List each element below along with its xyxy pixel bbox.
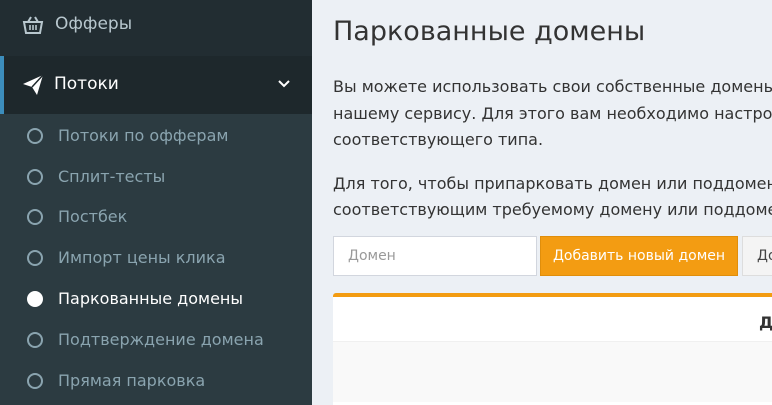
page-title: Паркованные домены — [333, 16, 646, 47]
circle-icon — [27, 332, 43, 348]
domain-input[interactable] — [333, 236, 537, 276]
table-column-header: Д — [759, 313, 772, 332]
instruction-line: Для того, чтобы припарковать домен или п… — [333, 174, 772, 193]
instruction-line: соответствующим требуемому домену или по… — [333, 200, 772, 219]
flows-submenu: Потоки по офферам Сплит-тесты Постбек Им… — [0, 114, 312, 405]
sidebar-subitem-label: Потоки по офферам — [58, 126, 229, 145]
sidebar-item-label: Потоки — [54, 74, 119, 94]
sidebar-subitem-label: Сплит-тесты — [58, 167, 166, 186]
circle-icon — [27, 373, 43, 389]
sidebar-subitem-label: Паркованные домены — [58, 289, 244, 308]
sidebar-subitem-offer-flows[interactable]: Потоки по офферам — [0, 116, 312, 156]
add-domain-button[interactable]: Добавить новый домен — [540, 236, 738, 276]
sidebar-item-flows[interactable]: Потоки — [0, 56, 312, 114]
table-body — [333, 342, 772, 402]
sidebar: Офферы Потоки Потоки по офферам Сплит-те… — [0, 0, 312, 405]
basket-icon — [22, 14, 44, 36]
sidebar-subitem-label: Прямая парковка — [58, 371, 206, 390]
sidebar-subitem-label: Постбек — [58, 207, 128, 226]
filled-circle-icon — [27, 291, 43, 307]
description-line: соответствующего типа. — [333, 130, 544, 149]
chevron-down-icon[interactable] — [276, 76, 292, 92]
main-content: Паркованные домены Вы можете использоват… — [312, 0, 772, 405]
domains-table-box: Д — [333, 293, 772, 405]
sidebar-subitem-postback[interactable]: Постбек — [0, 197, 312, 237]
sidebar-subitem-label: Импорт цены клика — [58, 248, 226, 267]
description-line: нашему сервису. Для этого вам необходимо… — [333, 104, 772, 123]
paper-plane-icon — [22, 74, 44, 96]
sidebar-subitem-click-price-import[interactable]: Импорт цены клика — [0, 238, 312, 278]
sidebar-subitem-parked-domains[interactable]: Паркованные домены — [0, 279, 312, 319]
sidebar-subitem-label: Подтверждение домена — [58, 330, 264, 349]
secondary-button[interactable]: До — [742, 236, 772, 276]
circle-icon — [27, 169, 43, 185]
sidebar-subitem-direct-parking[interactable]: Прямая парковка — [0, 361, 312, 401]
sidebar-subitem-split-tests[interactable]: Сплит-тесты — [0, 157, 312, 197]
sidebar-item-label: Офферы — [55, 14, 133, 34]
circle-icon — [27, 209, 43, 225]
circle-icon — [27, 128, 43, 144]
description-line: Вы можете использовать свои собственные … — [333, 77, 772, 96]
table-header: Д — [333, 297, 772, 342]
sidebar-item-offers[interactable]: Офферы — [0, 0, 312, 54]
sidebar-subitem-domain-confirmation[interactable]: Подтверждение домена — [0, 320, 312, 360]
circle-icon — [27, 250, 43, 266]
